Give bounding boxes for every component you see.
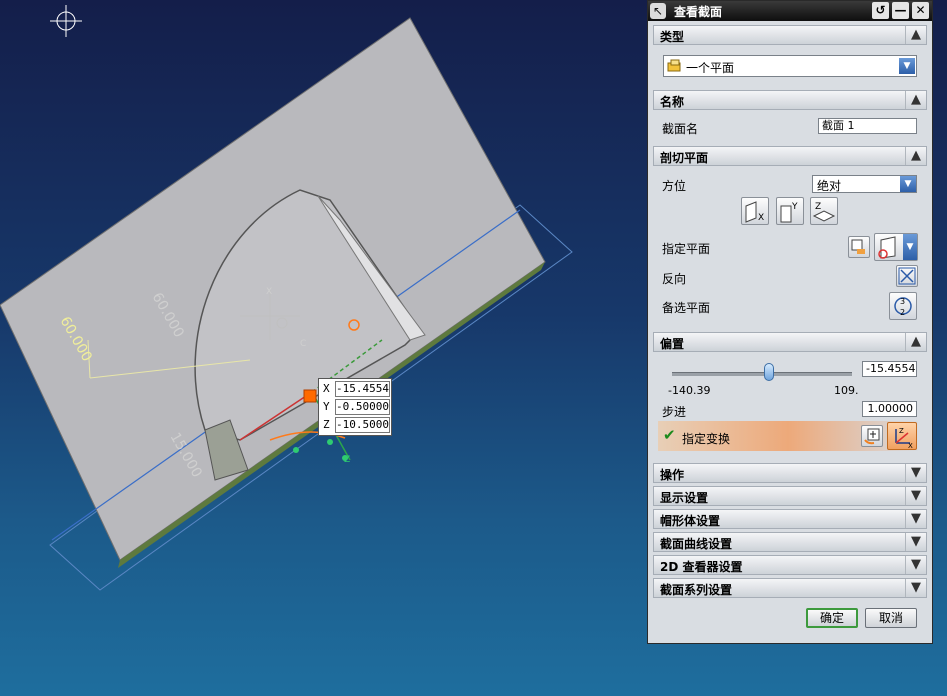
section-cut-plane-title: 剖切平面: [660, 151, 709, 165]
coord-y-label: Y: [323, 400, 330, 413]
section-2d-viewer-title: 2D 查看器设置: [660, 560, 743, 574]
chevron-down-icon: ▼: [905, 533, 926, 551]
dialog-titlebar[interactable]: ↖ 查看截面 ↺ — ✕: [648, 1, 932, 21]
section-offset-header[interactable]: 偏置 ▲: [653, 332, 927, 352]
orientation-select-value: 绝对: [817, 179, 842, 193]
plane-dialog-icon: [851, 239, 865, 254]
csys-button[interactable]: Z X: [887, 422, 917, 450]
plane-select-icon: [878, 236, 896, 259]
alternate-plane-button[interactable]: 3 2: [889, 292, 917, 320]
type-select[interactable]: 一个平面 ▼: [663, 55, 917, 77]
reverse-label: 反向: [662, 272, 687, 286]
chevron-down-icon: ▼: [905, 487, 926, 505]
offset-slider-track[interactable]: [672, 372, 852, 376]
plane-x-text: X: [758, 213, 764, 223]
orientation-label: 方位: [662, 179, 687, 193]
chevron-up-icon: ▲: [905, 147, 926, 165]
section-display-settings-title: 显示设置: [660, 491, 709, 505]
dialog-title: 查看截面: [674, 5, 723, 19]
plane-z-icon: Z: [812, 202, 836, 222]
section-series-settings-title: 截面系列设置: [660, 583, 733, 597]
plane-y-button[interactable]: Y: [776, 197, 804, 225]
plane-x-button[interactable]: X: [741, 197, 769, 225]
section-operation-title: 操作: [660, 468, 685, 482]
close-button[interactable]: ✕: [912, 2, 929, 19]
chevron-down-icon: ▼: [900, 176, 916, 192]
section-operation-header[interactable]: 操作 ▼: [653, 463, 927, 483]
chevron-down-icon: ▼: [905, 556, 926, 574]
chevron-down-icon: ▼: [905, 464, 926, 482]
section-name-label: 截面名: [662, 122, 699, 136]
section-offset-title: 偏置: [660, 337, 685, 351]
chevron-down-icon: ▼: [899, 58, 915, 74]
svg-text:Z: Z: [899, 427, 904, 435]
section-name-header[interactable]: 名称 ▲: [653, 90, 927, 110]
offset-value-input[interactable]: -15.45542: [862, 361, 917, 377]
transform-dialog-icon: [864, 428, 880, 445]
step-input[interactable]: 1.00000: [862, 401, 917, 417]
svg-text:2: 2: [900, 308, 905, 317]
crosshair-icon: [50, 5, 82, 37]
coord-x-label: X: [323, 382, 330, 395]
offset-slider-thumb[interactable]: [764, 363, 775, 381]
plane-z-button[interactable]: Z: [810, 197, 838, 225]
coord-z-input[interactable]: -10.50000: [335, 417, 390, 433]
svg-text:X: X: [908, 442, 913, 449]
section-type-title: 类型: [660, 30, 685, 44]
svg-text:3: 3: [900, 297, 905, 306]
offset-min-label: -140.39: [668, 384, 711, 397]
plane-select-button[interactable]: ▼: [874, 233, 918, 261]
section-curve-settings-header[interactable]: 截面曲线设置 ▼: [653, 532, 927, 552]
specify-plane-label: 指定平面: [662, 242, 711, 256]
chevron-up-icon: ▲: [905, 333, 926, 351]
chevron-down-icon: ▼: [905, 510, 926, 528]
alternate-plane-label: 备选平面: [662, 301, 711, 315]
chevron-up-icon: ▲: [905, 26, 926, 44]
specify-transform-label: 指定变换: [682, 432, 731, 446]
orientation-select[interactable]: 绝对 ▼: [812, 175, 917, 193]
ok-button[interactable]: 确定: [806, 608, 858, 628]
coordinate-input-panel: X -15.45542 Y -0.50000 Z -10.50000: [318, 378, 392, 436]
plane-z-text: Z: [815, 202, 821, 212]
cancel-button[interactable]: 取消: [865, 608, 917, 628]
axis-label-x: X: [266, 287, 272, 297]
plane-y-text: Y: [791, 202, 798, 212]
step-label: 步进: [662, 405, 687, 419]
section-2d-viewer-header[interactable]: 2D 查看器设置 ▼: [653, 555, 927, 575]
section-cap-settings-header[interactable]: 帽形体设置 ▼: [653, 509, 927, 529]
transform-dialog-button[interactable]: [861, 425, 883, 447]
cycle-icon: 3 2: [894, 297, 912, 317]
plane-dialog-button[interactable]: [848, 236, 870, 258]
coord-z-label: Z: [323, 418, 330, 431]
chevron-up-icon: ▲: [905, 91, 926, 109]
chevron-down-icon: ▼: [905, 579, 926, 597]
plane-y-icon: Y: [780, 202, 798, 223]
type-select-value: 一个平面: [686, 61, 735, 75]
checkmark-icon: ✔: [663, 426, 676, 444]
model-view[interactable]: 60.000 60.000 15.000 X C Z: [0, 0, 647, 696]
minimize-button[interactable]: —: [892, 2, 909, 19]
section-curve-settings-title: 截面曲线设置: [660, 537, 733, 551]
coord-y-input[interactable]: -0.50000: [335, 399, 390, 415]
section-name-input[interactable]: 截面 1: [818, 118, 917, 134]
chevron-down-icon: ▼: [903, 234, 917, 260]
arrow-icon: ↖: [650, 3, 666, 19]
reverse-direction-icon: [898, 267, 916, 285]
reverse-direction-button[interactable]: [896, 265, 918, 287]
coord-x-input[interactable]: -15.45542: [335, 381, 390, 397]
section-name-title: 名称: [660, 95, 685, 109]
plane-type-icon: [667, 59, 681, 72]
section-cut-plane-header[interactable]: 剖切平面 ▲: [653, 146, 927, 166]
offset-max-label: 109.: [834, 384, 859, 397]
section-type-header[interactable]: 类型 ▲: [653, 25, 927, 45]
reset-button[interactable]: ↺: [872, 2, 889, 19]
section-cap-settings-title: 帽形体设置: [660, 514, 721, 528]
section-display-settings-header[interactable]: 显示设置 ▼: [653, 486, 927, 506]
csys-icon: Z X: [895, 427, 913, 450]
axis-label-z: Z: [344, 455, 350, 465]
plane-x-icon: X: [745, 201, 764, 223]
axis-label-c: C: [300, 339, 306, 349]
section-series-settings-header[interactable]: 截面系列设置 ▼: [653, 578, 927, 598]
